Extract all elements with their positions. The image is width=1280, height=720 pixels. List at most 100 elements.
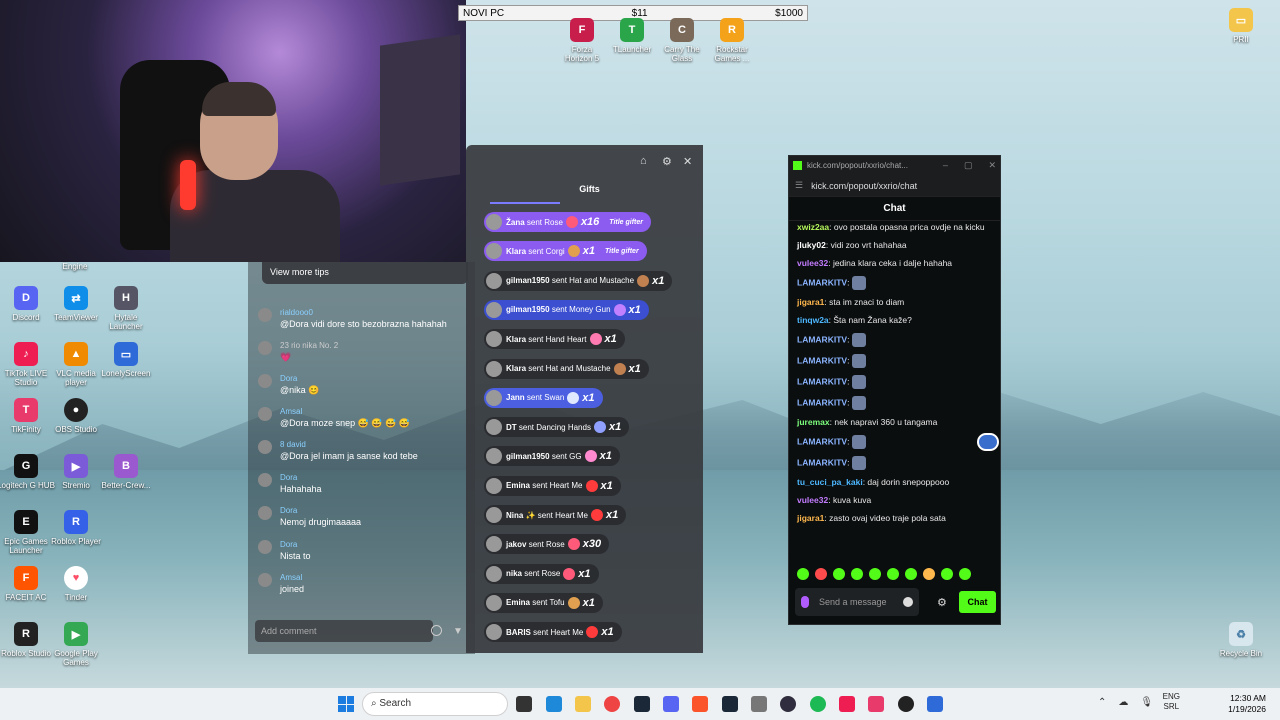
forza-horizon-icon[interactable]: F Forza Horizon 5	[560, 18, 604, 63]
chat-username[interactable]: xwiz2aa	[797, 222, 829, 232]
chat-username[interactable]: LAMARKITV	[797, 277, 847, 287]
recycle-bin-icon[interactable]: ♻ Recycle Bin	[1212, 622, 1270, 658]
settings-icon[interactable]	[751, 696, 767, 712]
emote-icon[interactable]	[941, 568, 953, 580]
chat-message: LAMARKITV:	[797, 354, 992, 369]
chat-text: vidi zoo vrt hahahaa	[830, 240, 907, 251]
emote-icon	[851, 333, 866, 348]
emote-icon[interactable]	[959, 568, 971, 580]
chat-username[interactable]: vulee32	[797, 495, 828, 505]
tiktok-icon[interactable]	[839, 696, 855, 712]
emote-icon[interactable]	[797, 568, 809, 580]
chat-text: ovo postala opasna prica ovdje na kicku	[833, 222, 985, 232]
chat-username[interactable]: LAMARKITV	[797, 397, 847, 407]
chat-username[interactable]: LAMARKITV	[797, 376, 847, 386]
avatar	[486, 214, 502, 230]
desktop-icon-tinder[interactable]: ♥ Tinder	[47, 566, 105, 602]
language-indicator[interactable]: ENG SRL	[1163, 692, 1180, 711]
emoji-icon[interactable]	[431, 625, 442, 636]
prii-folder-icon[interactable]: ▭ PRII	[1212, 8, 1270, 44]
emote-icon[interactable]	[923, 568, 935, 580]
minimize-icon[interactable]: –	[943, 160, 948, 171]
gift-icon	[563, 567, 576, 580]
gift-sender: Klara	[506, 334, 527, 344]
chat-username[interactable]: vulee32	[797, 258, 828, 268]
settings-icon[interactable]: ⚙	[662, 155, 672, 168]
chat-username[interactable]: jigara1	[797, 297, 824, 307]
chat-settings-icon[interactable]: ⚙	[937, 596, 947, 609]
chat-message: LAMARKITV:	[797, 276, 992, 291]
brave-icon[interactable]	[692, 696, 708, 712]
edge-icon[interactable]	[546, 696, 562, 712]
send-message-input[interactable]: Send a message	[795, 588, 919, 616]
gift-count: x1	[582, 391, 595, 404]
gift-sender: Jann	[506, 393, 525, 403]
steam-icon[interactable]	[722, 696, 738, 712]
taskbar-clock[interactable]: 12:30 AM 1/19/2026	[1228, 693, 1266, 716]
spotify-icon[interactable]	[810, 696, 826, 712]
desktop-icon-better-crew[interactable]: B Better-Crew...	[97, 454, 155, 490]
emote-icon[interactable]	[869, 568, 881, 580]
desktop-icon-obs[interactable]: ● OBS Studio	[47, 398, 105, 434]
tikfinity-icon[interactable]	[868, 696, 884, 712]
desktop-icon-lonelyscreen[interactable]: ▭ LonelyScreen	[97, 342, 155, 378]
emote-icon[interactable]	[833, 568, 845, 580]
chat-username[interactable]: jluky02	[797, 240, 826, 250]
chat-username[interactable]: LAMARKITV	[797, 355, 847, 365]
close-icon[interactable]: ✕	[683, 155, 692, 168]
chat-username[interactable]: juremax	[797, 417, 830, 427]
gift-sender: DT	[506, 422, 517, 432]
tlauncher-icon[interactable]: T TLauncher	[610, 18, 654, 63]
desktop-icon-engine[interactable]: Engine	[46, 262, 104, 271]
emoji-icon[interactable]	[903, 597, 913, 607]
rockstar-games-icon[interactable]: R Rockstar Games ...	[710, 18, 754, 63]
lonelyscreen-icon[interactable]	[927, 696, 943, 712]
windows-start-icon[interactable]	[338, 696, 354, 712]
mic-icon[interactable]	[801, 596, 809, 608]
maximize-icon[interactable]: ▢	[964, 160, 973, 171]
avatar	[486, 477, 502, 494]
emote-icon[interactable]	[905, 568, 917, 580]
chat-username[interactable]: LAMARKITV	[797, 334, 847, 344]
chat-send-button[interactable]: Chat	[959, 591, 996, 613]
desktop-icon-roblox-player[interactable]: R Roblox Player	[47, 510, 105, 546]
task-view-icon[interactable]	[516, 696, 532, 712]
emote-icon[interactable]	[815, 568, 827, 580]
kick-url-bar[interactable]: ☰ kick.com/popout/xxrio/chat	[789, 175, 1000, 197]
scroll-to-bottom-icon[interactable]	[977, 433, 999, 451]
add-comment-input[interactable]: Add comment	[255, 620, 433, 642]
microphone-icon[interactable]: 🎙	[1140, 697, 1153, 708]
chrome-icon[interactable]	[604, 696, 620, 712]
desktop-icon-hytale[interactable]: H Hytale Launcher	[97, 286, 155, 331]
carry-the-glass-icon[interactable]: C Carry The Glass	[660, 18, 704, 63]
steam-icon[interactable]	[634, 696, 650, 712]
emote-icon[interactable]	[887, 568, 899, 580]
chat-username[interactable]: LAMARKITV	[797, 458, 847, 468]
file-explorer-icon[interactable]	[575, 696, 591, 712]
comment-item: rialdooo0 @Dora vidi dore sto bezobrazna …	[258, 308, 473, 329]
emote-icon[interactable]	[851, 568, 863, 580]
cloud-icon[interactable]: ☁	[1118, 697, 1128, 708]
close-icon[interactable]: ✕	[988, 160, 996, 171]
chat-message: LAMARKITV:	[797, 396, 992, 411]
kick-chat-window: kick.com/popout/xxrio/chat... – ▢ ✕ ☰ ki…	[788, 155, 1001, 625]
gift-row: gilman1950 sent Hat and Mustache x1	[484, 270, 673, 291]
discord-icon[interactable]	[663, 696, 679, 712]
filter-icon[interactable]: ▼	[453, 626, 463, 637]
app-icon[interactable]	[898, 696, 914, 712]
chevron-up-icon[interactable]: ⌃	[1098, 697, 1106, 708]
view-more-tips-button[interactable]: View more tips	[262, 262, 468, 284]
lock-icon[interactable]: ⌂	[640, 155, 647, 167]
chat-message: LAMARKITV:	[797, 456, 992, 471]
chat-username[interactable]: tu_cuci_pa_kaki	[797, 477, 863, 487]
obs-icon[interactable]	[780, 696, 796, 712]
desktop-icon-google-play-games[interactable]: ▶ Google Play Games	[47, 622, 105, 667]
chat-username[interactable]: tinqw2a	[797, 315, 829, 325]
chat-message: juremax: nek napravi 360 u tangama	[797, 417, 938, 428]
taskbar-search[interactable]: ⌕ Search	[362, 692, 508, 716]
gift-count: x1	[608, 421, 622, 434]
chat-username[interactable]: jigara1	[797, 513, 824, 523]
chat-username[interactable]: LAMARKITV	[797, 437, 847, 447]
site-settings-icon[interactable]: ☰	[795, 180, 803, 191]
chat-text: kuva kuva	[832, 495, 872, 506]
